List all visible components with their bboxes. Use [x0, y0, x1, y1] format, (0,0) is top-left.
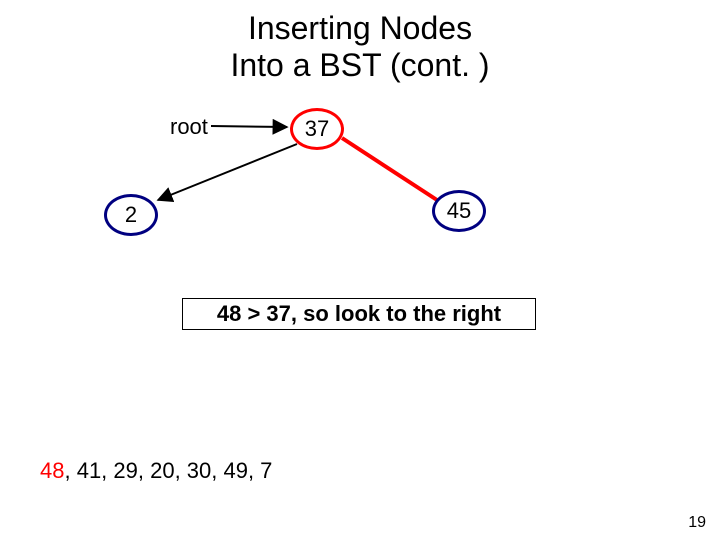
tree-node-2-value: 2: [125, 202, 137, 228]
comparison-message: 48 > 37, so look to the right: [182, 298, 536, 330]
insert-sequence: 48, 41, 29, 20, 30, 49, 7: [40, 458, 272, 484]
insert-sequence-rest: , 41, 29, 20, 30, 49, 7: [64, 458, 272, 483]
page-number: 19: [688, 514, 706, 532]
edge-37-to-45: [342, 138, 437, 200]
slide-title: Inserting Nodes Into a BST (cont. ): [0, 10, 720, 84]
edge-37-to-2: [158, 144, 297, 200]
slide-title-line1: Inserting Nodes: [248, 10, 472, 46]
tree-node-37-value: 37: [305, 116, 329, 142]
tree-node-45: 45: [432, 190, 486, 232]
tree-node-45-value: 45: [447, 198, 471, 224]
root-pointer: [211, 126, 287, 127]
tree-node-37: 37: [290, 108, 344, 150]
insert-sequence-current: 48: [40, 458, 64, 483]
tree-node-2: 2: [104, 194, 158, 236]
slide-title-line2: Into a BST (cont. ): [230, 47, 489, 83]
root-label: root: [170, 114, 208, 140]
